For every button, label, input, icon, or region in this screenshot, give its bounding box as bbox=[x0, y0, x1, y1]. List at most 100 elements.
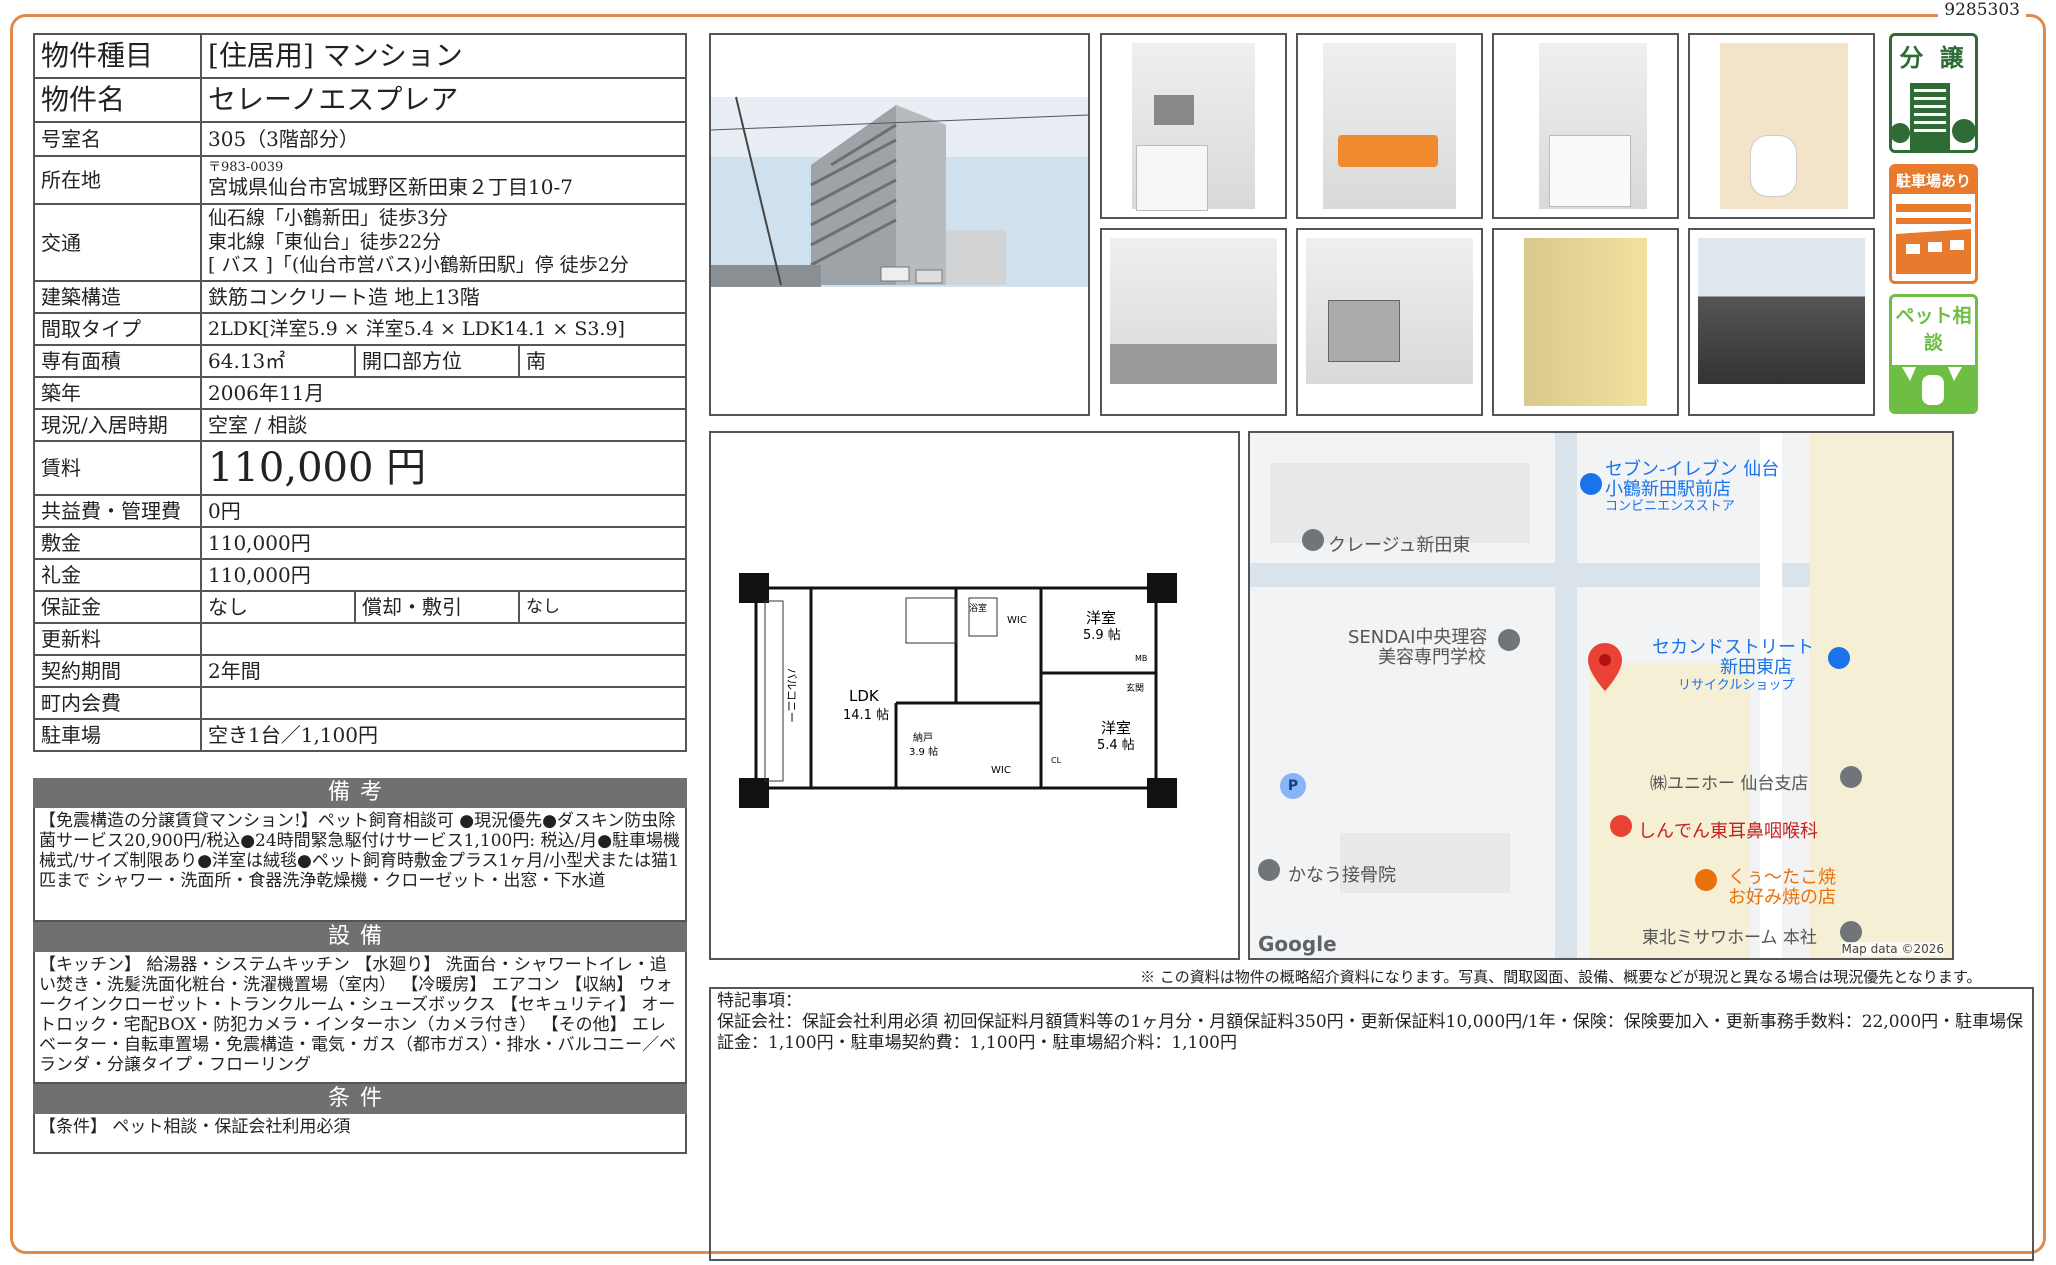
pet-badge: ペット相談 bbox=[1889, 294, 1978, 414]
room2-label: 洋室 bbox=[1101, 719, 1131, 737]
deposit-label: 敷金 bbox=[33, 526, 202, 560]
remarks-header: 備考 bbox=[33, 778, 687, 808]
balcony-image bbox=[1698, 238, 1865, 384]
exterior-photo bbox=[709, 33, 1090, 416]
map-attribution: Map data ©2026 bbox=[1841, 942, 1944, 956]
balcony-photo bbox=[1688, 228, 1875, 416]
equipment-header: 設備 bbox=[33, 922, 687, 952]
keymoney-value: 110,000円 bbox=[200, 558, 687, 592]
special-notes-text: 保証会社：保証会社利用必須 初回保証料月額賃料等の1ヶ月分・月額保証料350円・… bbox=[717, 1012, 2024, 1053]
renewal-value bbox=[200, 622, 687, 656]
ldk-label: LDK bbox=[849, 687, 880, 705]
school-pin-icon[interactable] bbox=[1498, 629, 1520, 651]
floor-plan-drawing: LDK 14.1 帖 洋室 5.9 帖 洋室 5.4 帖 納戸 3.9 帖 WI… bbox=[739, 573, 1177, 808]
clinic-pin-icon[interactable] bbox=[1610, 815, 1632, 837]
bathroom-photo bbox=[1296, 33, 1483, 219]
term-value: 2年間 bbox=[200, 654, 687, 688]
area-value: 64.13㎡ bbox=[200, 344, 356, 378]
room1-label: 洋室 bbox=[1086, 609, 1116, 627]
layout-label: 間取タイプ bbox=[33, 312, 202, 346]
rent-value: 110,000 円 bbox=[200, 440, 687, 496]
dishwasher-photo bbox=[1296, 228, 1483, 416]
disclaimer-note: ※ この資料は物件の概略紹介資料になります。写真、間取図面、設備、概要などが現況… bbox=[1140, 968, 1982, 986]
washroom-photo bbox=[1492, 33, 1679, 219]
room-value: 305（3階部分） bbox=[200, 121, 687, 157]
address-value: 宮城県仙台市宮城野区新田東２丁目10-7 bbox=[208, 175, 573, 199]
parking-badge-label: 駐車場あり bbox=[1892, 167, 1975, 194]
document-id: 9285303 bbox=[1938, 0, 2026, 20]
transport-line: 仙石線「小鶴新田」徒歩3分 bbox=[208, 206, 449, 229]
special-notes-title: 特記事項： bbox=[717, 991, 802, 1011]
store-pin-icon[interactable] bbox=[1580, 473, 1602, 495]
area-label: 専有面積 bbox=[33, 344, 202, 378]
mb-label: MB bbox=[1135, 654, 1147, 663]
bathroom-image bbox=[1323, 43, 1456, 209]
map-label-kanau: かなう接骨院 bbox=[1288, 865, 1396, 886]
equipment-text: 【キッチン】 給湯器・システムキッチン 【水廻り】 洗面台・シャワートイレ・追い… bbox=[33, 952, 687, 1084]
name-label: 物件名 bbox=[33, 77, 202, 123]
fee-label: 共益費・管理費 bbox=[33, 494, 202, 528]
storage-size: 3.9 帖 bbox=[909, 745, 938, 758]
restaurant-pin-icon[interactable] bbox=[1695, 869, 1717, 891]
structure-value: 鉄筋コンクリート造 地上13階 bbox=[200, 280, 687, 314]
transport-cell: 仙石線「小鶴新田」徒歩3分 東北線「東仙台」徒歩22分 [ バス ]「(仙台市営… bbox=[200, 203, 687, 282]
direction-value: 南 bbox=[518, 344, 687, 378]
building-icon bbox=[1892, 83, 1975, 150]
postal-code: 〒983-0039 bbox=[208, 160, 284, 175]
guarantee-label: 保証金 bbox=[33, 590, 202, 624]
clinic2-pin-icon[interactable] bbox=[1258, 859, 1280, 881]
special-notes-box: 特記事項： 保証会社：保証会社利用必須 初回保証料月額賃料等の1ヶ月分・月額保証… bbox=[709, 987, 2034, 1261]
parking-label: 駐車場 bbox=[33, 718, 202, 752]
town-fee-value bbox=[200, 686, 687, 720]
town-fee-label: 町内会費 bbox=[33, 686, 202, 720]
floor-plan: LDK 14.1 帖 洋室 5.9 帖 洋室 5.4 帖 納戸 3.9 帖 WI… bbox=[709, 431, 1240, 960]
built-value: 2006年11月 bbox=[200, 376, 687, 410]
built-label: 築年 bbox=[33, 376, 202, 410]
cl-label: CL bbox=[1051, 756, 1062, 765]
address-label: 所在地 bbox=[33, 155, 202, 205]
location-map[interactable]: セブン-イレブン 仙台 小鶴新田駅前店 コンビニエンスストア クレージュ新田東 … bbox=[1248, 431, 1954, 960]
kitchen-photo bbox=[1100, 33, 1287, 219]
structure-label: 建築構造 bbox=[33, 280, 202, 314]
fee-value: 0円 bbox=[200, 494, 687, 528]
amortization-label: 償却・敷引 bbox=[354, 590, 520, 624]
building-exterior-image bbox=[711, 96, 1088, 414]
shop-pin-icon[interactable] bbox=[1828, 647, 1850, 669]
address-cell: 〒983-0039 宮城県仙台市宮城野区新田東２丁目10-7 bbox=[200, 155, 687, 205]
conditions-header: 条件 bbox=[33, 1084, 687, 1114]
conditions-text: 【条件】 ペット相談・保証会社利用必須 bbox=[33, 1114, 687, 1154]
room1-size: 5.9 帖 bbox=[1083, 628, 1121, 643]
map-label-misawa: 東北ミサワホーム 本社 bbox=[1642, 928, 1817, 948]
toilet-photo bbox=[1688, 33, 1875, 219]
layout-value: 2LDK[洋室5.9 × 洋室5.4 × LDK14.1 × S3.9] bbox=[200, 312, 687, 346]
room-photo bbox=[1100, 228, 1287, 416]
entrance-label: 玄関 bbox=[1126, 682, 1144, 694]
room2-size: 5.4 帖 bbox=[1097, 738, 1135, 753]
place-pin-icon[interactable] bbox=[1302, 529, 1324, 551]
hallway-image bbox=[1524, 238, 1647, 406]
pet-icon bbox=[1892, 365, 1975, 411]
map-label-crage: クレージュ新田東 bbox=[1328, 535, 1471, 556]
name-value: セレーノエスプレア bbox=[200, 77, 687, 123]
remarks-text: 【免震構造の分譲賃貸マンション!】ペット飼育相談可 ●現況優先●ダスキン防虫除菌… bbox=[33, 808, 687, 922]
office-pin-icon[interactable] bbox=[1840, 766, 1862, 788]
map-label-second-category: リサイクルショップ bbox=[1678, 678, 1795, 693]
term-label: 契約期間 bbox=[33, 654, 202, 688]
parking-map-icon[interactable]: P bbox=[1280, 773, 1306, 799]
wic-label: WIC bbox=[991, 765, 1011, 776]
bath-label: 浴室 bbox=[969, 602, 987, 614]
direction-label: 開口部方位 bbox=[354, 344, 520, 378]
rent-label: 賃料 bbox=[33, 440, 202, 496]
wic-label: WIC bbox=[1007, 615, 1027, 626]
status-label: 現況/入居時期 bbox=[33, 408, 202, 442]
office2-pin-icon[interactable] bbox=[1840, 921, 1862, 943]
parking-value: 空き1台／1,100円 bbox=[200, 718, 687, 752]
deposit-value: 110,000円 bbox=[200, 526, 687, 560]
transport-label: 交通 bbox=[33, 203, 202, 282]
guarantee-value: なし bbox=[200, 590, 356, 624]
transport-line: [ バス ]「(仙台市営バス)小鶴新田駅」停 徒歩2分 bbox=[208, 254, 629, 277]
map-label-unihoo: ㈱ユニホー 仙台支店 bbox=[1650, 774, 1809, 794]
sale-badge: 分 譲 bbox=[1889, 33, 1978, 153]
property-location-pin-icon[interactable] bbox=[1588, 643, 1622, 691]
type-label: 物件種目 bbox=[33, 33, 202, 79]
